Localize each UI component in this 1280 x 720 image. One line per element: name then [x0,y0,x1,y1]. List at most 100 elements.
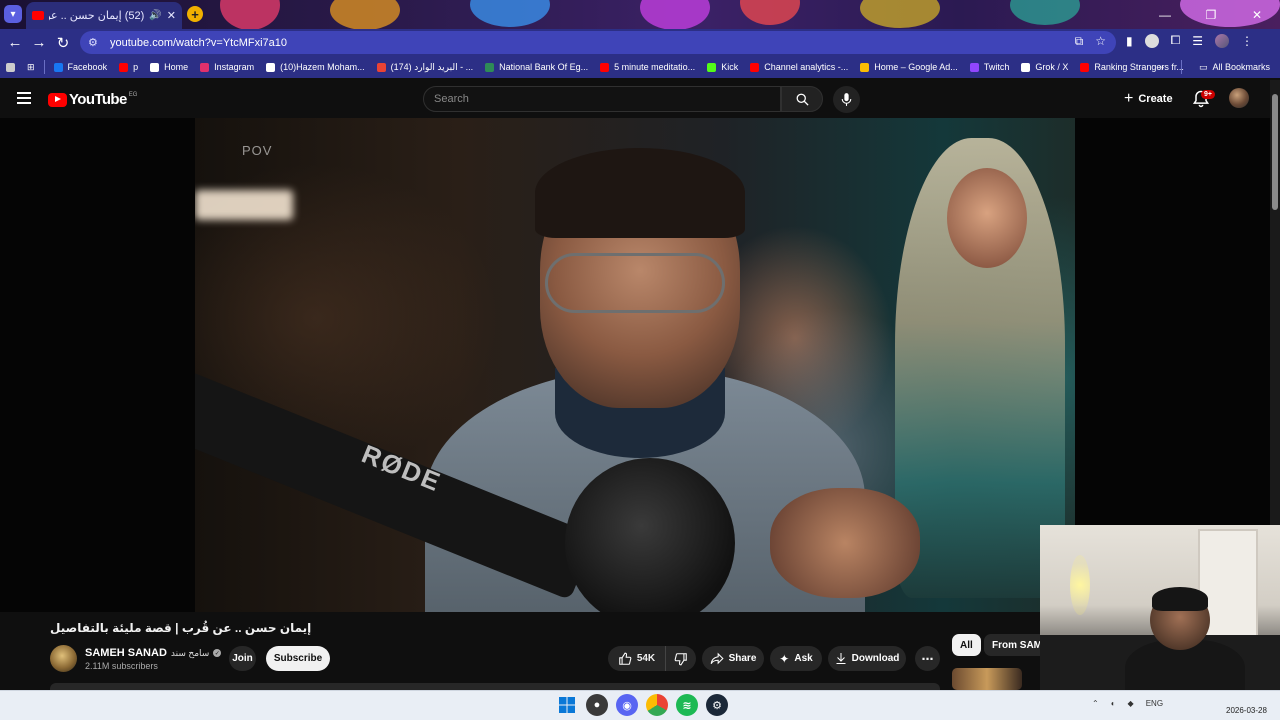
dislike-button[interactable] [666,652,696,666]
bookmark-item[interactable]: Home – Google Ad... [854,56,964,78]
like-button[interactable]: 54K [608,646,666,671]
bookmark-item[interactable]: Channel analytics -... [744,56,854,78]
tab-search-button[interactable]: ▾ [4,5,22,23]
bookmark-item[interactable]: Twitch [964,56,1016,78]
download-button[interactable]: Download [828,646,906,671]
extension-pin-icon[interactable]: ▮ [1126,34,1133,48]
channel-name-arabic[interactable]: سامح سند [171,648,209,659]
search-input[interactable] [434,87,780,111]
bookmarks-overflow-icon[interactable]: » [1159,62,1164,72]
profile-avatar-icon[interactable] [1214,33,1229,48]
bookmark-label: (10)Hazem Moham... [280,62,365,72]
extensions-puzzle-icon[interactable]: ⧠ [1171,33,1181,48]
chrome-icon[interactable] [646,694,668,716]
youtube-favicon-icon [32,11,44,20]
back-arrow-icon[interactable]: ← [3,31,27,55]
all-bookmarks-button[interactable]: ▭ All Bookmarks [1199,62,1270,73]
minimize-icon[interactable]: — [1142,0,1188,29]
more-actions-button[interactable]: ⋯ [915,646,940,671]
account-avatar[interactable] [1229,88,1249,108]
spotify-icon[interactable]: ≋ [676,694,698,716]
speaker-icon[interactable]: 🔊 [149,10,161,21]
bookmark-item[interactable]: Instagram [194,56,260,78]
tray-network-icon[interactable]: ◆ [1128,699,1134,708]
close-window-icon[interactable]: ✕ [1234,0,1280,29]
extension-circle-icon[interactable] [1144,33,1159,48]
share-button[interactable]: Share [702,646,764,671]
bookmark-item[interactable]: Kick [701,56,744,78]
forward-arrow-icon[interactable]: → [27,31,51,55]
bookmark-favicon-icon [600,62,610,72]
new-tab-button[interactable]: + [187,6,203,22]
guide-menu-icon[interactable] [17,92,31,104]
address-text[interactable]: youtube.com/watch?v=YtcMFxi7a10 [110,37,287,49]
game-app-icon[interactable]: ● [586,694,608,716]
bookmark-label: Facebook [67,62,108,72]
join-button[interactable]: Join [229,646,256,671]
bookmark-favicon-icon [150,62,160,72]
like-dislike-group: 54K [608,646,696,671]
tab-youtube[interactable]: (52) إيمان حسن .. عن قُرب | قصة مليئة با… [26,2,182,29]
share-arrow-icon [710,652,724,665]
steam-icon[interactable]: ⚙ [706,694,728,716]
bookmarks-divider [1180,60,1182,74]
bookmark-label: 5 minute meditatio... [614,62,696,72]
system-tray: ⌃ ◐ ◆ ENG [1092,699,1163,708]
search-icon [796,93,809,106]
windows-taskbar: ● ◉ ≋ ⚙ ⌃ ◐ ◆ ENG [0,690,1280,720]
reload-icon[interactable]: ↻ [51,31,75,55]
recommended-video-thumbnail[interactable] [952,668,1022,690]
youtube-logo[interactable]: YouTube EG [48,91,137,108]
channel-name-latin[interactable]: SAMEH SANAD [85,647,167,659]
ask-button[interactable]: ✦ Ask [770,646,822,671]
window-controls: — ❐ ✕ [1142,0,1280,29]
voice-search-button[interactable] [833,86,860,113]
thumbs-up-icon [619,652,632,665]
taskbar-date[interactable]: 2026-03-28 [1226,706,1267,715]
bookmark-item[interactable]: Facebook [48,56,114,78]
search-box[interactable] [423,86,781,112]
site-info-icon[interactable]: ⚙ [88,36,102,49]
bookmark-label: (174) البريد الوارد - ... [390,61,474,72]
bookmark-item[interactable]: 5 minute meditatio... [594,56,701,78]
download-label: Download [851,653,900,664]
chip-all[interactable]: All [952,634,981,656]
video-frame[interactable]: RØDE POV [195,118,1075,612]
thumbs-down-icon [674,652,687,665]
channel-avatar[interactable] [50,645,77,672]
webcam-string-lights [1070,555,1090,615]
tray-app-icon[interactable]: ◐ [1111,699,1116,708]
windows-start-icon[interactable] [556,694,578,716]
channel-name[interactable]: SAMEH SANAD سامح سند ✓ [85,647,222,659]
bookmark-item[interactable]: p [113,56,144,78]
scrollbar-thumb[interactable] [1272,94,1278,210]
bookmark-item[interactable]: Home [144,56,194,78]
install-app-icon[interactable]: ⧉ [1075,34,1084,49]
bookmark-favicon-icon [707,62,717,72]
tab-close-icon[interactable]: ✕ [167,9,176,22]
subscribe-button[interactable]: Subscribe [266,646,330,671]
presenter-glasses [545,253,725,313]
reading-list-icon[interactable]: ☰ [1192,34,1203,48]
discord-icon[interactable]: ◉ [616,694,638,716]
bookmark-item[interactable]: (10)Hazem Moham... [260,56,371,78]
apps-grid-icon[interactable]: ⊞ [21,56,41,78]
bookmark-item[interactable]: Grok / X [1015,56,1074,78]
address-bar[interactable]: ⚙ youtube.com/watch?v=YtcMFxi7a10 ⧉ ☆ [80,31,1116,54]
bookmark-favicon-icon [1080,62,1090,72]
tray-overflow-icon[interactable]: ⌃ [1092,699,1099,708]
bookmark-label: Home – Google Ad... [874,62,958,72]
bookmark-star-icon[interactable]: ☆ [1095,34,1106,49]
browser-menu-icon[interactable]: ⋮ [1241,34,1253,48]
bookmarks-bar: ⊞ Facebook p Home Instagram (10)Hazem Moham.… [0,56,1280,78]
restore-icon[interactable]: ❐ [1188,0,1234,29]
search-button[interactable] [781,86,823,112]
language-indicator[interactable]: ENG [1146,699,1163,708]
bookmark-item[interactable]: National Bank Of Eg... [479,56,594,78]
bookmark-favicon-icon [750,62,760,72]
create-button[interactable]: + Create [1118,87,1182,111]
webcam-overlay [1040,525,1280,703]
bookmark-favicon-icon [119,62,129,72]
sidebar-toggle-icon[interactable] [0,56,21,78]
bookmark-item[interactable]: (174) البريد الوارد - ... [371,56,479,78]
